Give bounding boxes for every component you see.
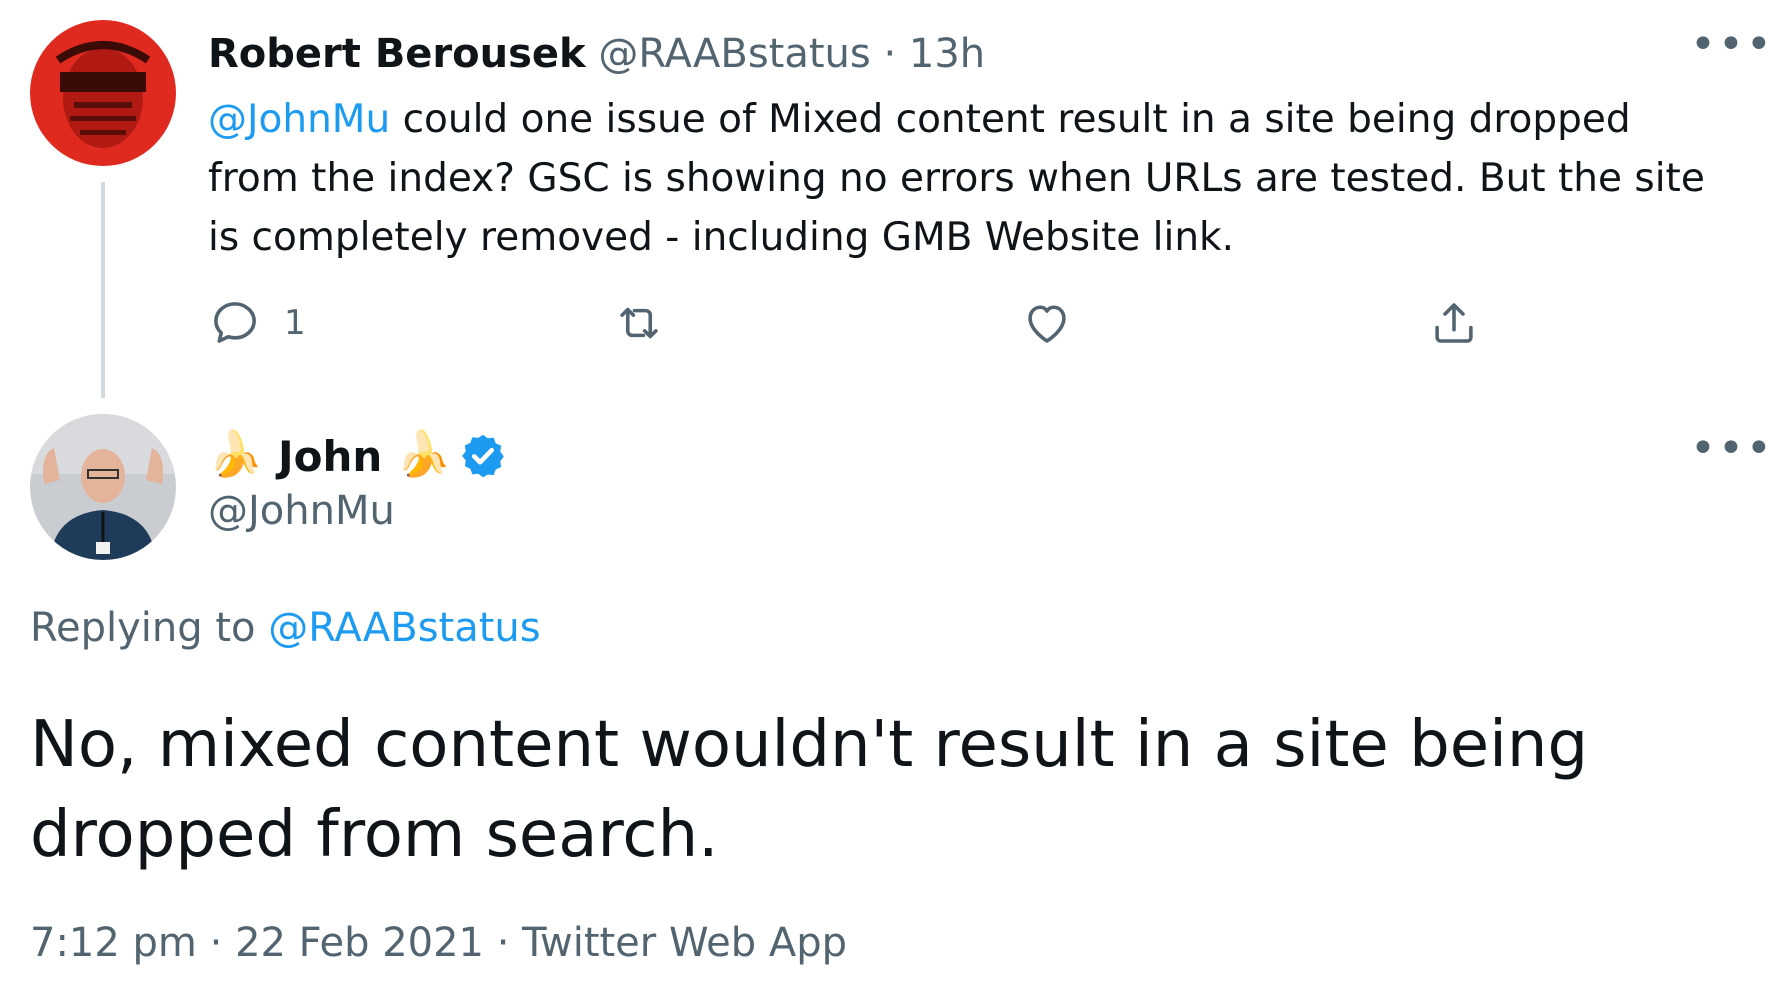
tweet2-author-name-row[interactable]: 🍌 John 🍌 [208, 428, 508, 484]
tweet1-body: could one issue of Mixed content result … [208, 97, 1705, 260]
tweet1-author-name[interactable]: Robert Berousek [208, 31, 586, 77]
heart-icon [1028, 305, 1066, 343]
reply-count: 1 [284, 303, 306, 343]
tweet1-author-handle[interactable]: @RAABstatus [598, 31, 870, 77]
tweet1-timestamp[interactable]: 13h [909, 31, 985, 77]
tweet1-text: @JohnMu could one issue of Mixed content… [208, 90, 1728, 267]
reply-button[interactable]: 1 [208, 296, 306, 350]
banana-emoji: 🍌 [208, 429, 263, 480]
tweet2-text: No, mixed content wouldn't result in a s… [30, 708, 1589, 872]
tweet2-source: Twitter Web App [522, 920, 848, 966]
tweet2-meta: 7:12 pm · 22 Feb 2021 · Twitter Web App [30, 920, 847, 966]
retweet-icon [620, 307, 658, 339]
replying-to: Replying to @RAABstatus [30, 605, 541, 651]
retweet-button[interactable] [612, 296, 666, 350]
verified-badge-icon [462, 434, 505, 478]
replying-handle-link[interactable]: @RAABstatus [268, 605, 540, 651]
tweet2-author-name[interactable]: John [278, 432, 382, 481]
like-button[interactable] [1020, 296, 1074, 350]
share-button[interactable] [1427, 296, 1481, 350]
mention-link[interactable]: @JohnMu [208, 97, 390, 142]
tweet1-header: Robert Berousek @RAABstatus · 13h [208, 22, 985, 86]
tweet1-separator: · [883, 31, 897, 77]
tweet2-time[interactable]: 7:12 pm [30, 920, 197, 966]
thread-line [101, 182, 105, 398]
share-icon [1435, 303, 1473, 343]
tweet2-author-handle[interactable]: @JohnMu [208, 488, 395, 534]
banana-emoji: 🍌 [396, 429, 452, 480]
tweet2-more-button[interactable]: ••• [1690, 427, 1774, 471]
replying-prefix: Replying to [30, 605, 269, 651]
avatar-john[interactable] [30, 414, 176, 560]
meta-separator: · [196, 920, 236, 966]
reply-icon [214, 302, 256, 343]
meta-separator: · [484, 920, 523, 966]
tweet1-more-button[interactable]: ••• [1690, 23, 1774, 67]
avatar-robert-berousek[interactable] [30, 20, 176, 166]
tweet2-date[interactable]: 22 Feb 2021 [235, 920, 484, 966]
